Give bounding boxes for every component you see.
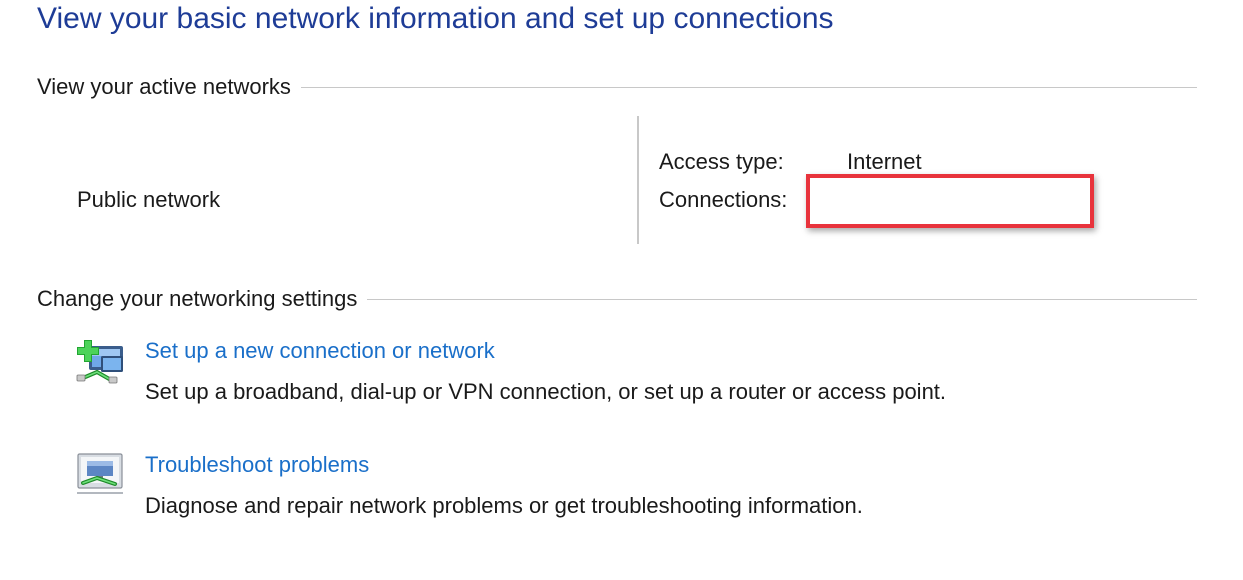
troubleshoot-description: Diagnose and repair network problems or … <box>145 493 863 518</box>
access-type-value: Internet <box>847 149 922 174</box>
access-type-label: Access type: <box>659 149 784 174</box>
change-settings-label: Change your networking settings <box>37 286 358 311</box>
network-name: Public network <box>77 187 221 212</box>
new-connection-description: Set up a broadband, dial-up or VPN conne… <box>145 379 947 404</box>
page-title: View your basic network information and … <box>37 2 834 35</box>
vertical-divider <box>637 116 639 244</box>
active-networks-header: View your active networks <box>37 74 1197 100</box>
connections-highlight-box <box>806 174 1094 228</box>
troubleshoot-link[interactable]: Troubleshoot problems <box>145 452 369 478</box>
section-divider <box>300 86 1197 88</box>
section-divider <box>367 298 1197 300</box>
troubleshoot-icon <box>75 452 125 502</box>
new-connection-icon <box>75 338 125 388</box>
connections-label: Connections: <box>659 187 788 212</box>
change-settings-header: Change your networking settings <box>37 286 1197 312</box>
active-networks-label: View your active networks <box>37 74 291 99</box>
new-connection-link[interactable]: Set up a new connection or network <box>145 338 495 364</box>
